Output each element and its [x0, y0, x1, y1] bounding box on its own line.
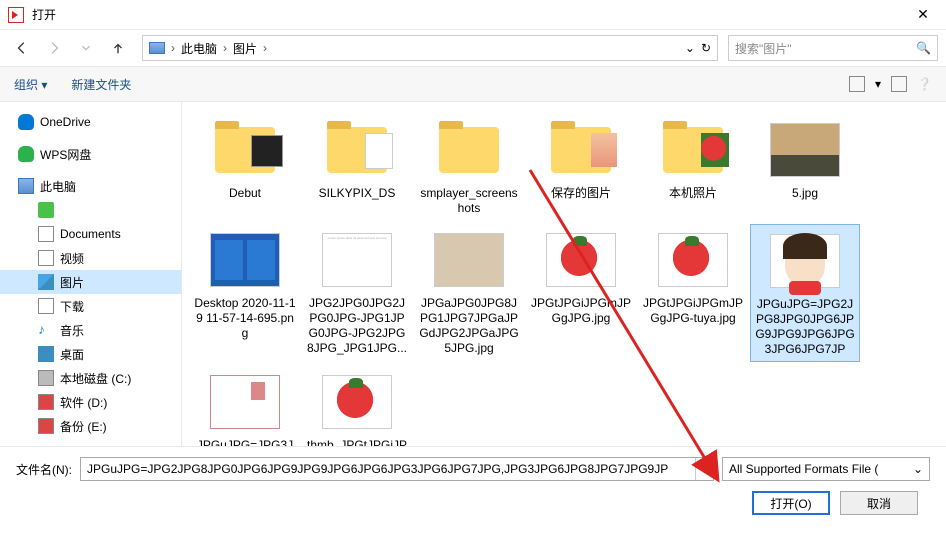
file-label: JPGtJPGiJPGmJPGgJPG.jpg [530, 296, 632, 326]
open-button[interactable]: 打开(O) [752, 491, 830, 515]
file-item[interactable]: JPGaJPG0JPG8JPG1JPG7JPGaJPGdJPG2JPGaJPG5… [414, 224, 524, 362]
file-label: JPG2JPG0JPG2JPG0JPG-JPG1JPG0JPG-JPG2JPG8… [306, 296, 408, 356]
cloud-icon [18, 114, 34, 130]
sidebar-pictures[interactable]: 图片 [0, 270, 181, 294]
titlebar: 打开 ✕ [0, 0, 946, 30]
video-icon [38, 250, 54, 266]
sidebar-disk-e[interactable]: 备份 (E:) [0, 414, 181, 438]
organize-button[interactable]: 组织 ▾ [14, 76, 47, 93]
search-placeholder: 搜索"图片" [735, 40, 916, 57]
main-area: OneDrive WPS网盘 此电脑 Documents 视频 图片 下载 ♪音… [0, 102, 946, 446]
sidebar-music[interactable]: ♪音乐 [0, 318, 181, 342]
file-label: 5.jpg [792, 186, 818, 201]
app-icon [8, 7, 24, 23]
forward-button[interactable] [40, 34, 68, 62]
newfolder-button[interactable]: 新建文件夹 [71, 76, 131, 93]
file-label: Debut [229, 186, 261, 201]
disk-icon [38, 394, 54, 410]
search-icon[interactable]: 🔍 [916, 41, 931, 55]
doc-icon [38, 226, 54, 242]
up-button[interactable] [104, 34, 132, 62]
toolbar: 组织 ▾ 新建文件夹 ▾ ❔ [0, 66, 946, 102]
sidebar-thispc-sub[interactable] [0, 198, 181, 222]
file-item[interactable]: JPGuJPG=JPG3JPG8JPG7JPG8JPG7JPG1JPG7JPG6… [190, 366, 300, 446]
file-item[interactable]: JPGtJPGiJPGmJPGgJPG.jpg [526, 224, 636, 362]
green-icon [38, 202, 54, 218]
recent-dropdown[interactable] [72, 34, 100, 62]
sidebar: OneDrive WPS网盘 此电脑 Documents 视频 图片 下载 ♪音… [0, 102, 182, 446]
address-bar[interactable]: › 此电脑 › 图片 › ⌄ ↻ [142, 35, 718, 61]
disk-icon [38, 370, 54, 386]
sidebar-wps[interactable]: WPS网盘 [0, 142, 181, 166]
filename-label: 文件名(N): [16, 461, 72, 478]
sidebar-videos[interactable]: 视频 [0, 246, 181, 270]
sidebar-documents[interactable]: Documents [0, 222, 181, 246]
filename-field[interactable]: ⌄ [80, 457, 714, 481]
sidebar-downloads[interactable]: 下载 [0, 294, 181, 318]
filter-text: All Supported Formats File ( [729, 462, 913, 476]
file-item[interactable]: JPGtJPGiJPGmJPGgJPG-tuya.jpg [638, 224, 748, 362]
view-options-button[interactable] [849, 76, 865, 92]
close-button[interactable]: ✕ [908, 0, 938, 30]
breadcrumb-sep: › [223, 41, 227, 55]
wps-icon [18, 146, 34, 162]
sidebar-disk-c[interactable]: 本地磁盘 (C:) [0, 366, 181, 390]
file-label: 保存的图片 [551, 186, 611, 201]
thispc-icon [149, 42, 165, 54]
file-item[interactable]: thmb_JPGtJPGiJPGmJPGgJPG.jpg.jpg [302, 366, 412, 446]
disk-icon [38, 418, 54, 434]
search-box[interactable]: 搜索"图片" 🔍 [728, 35, 938, 61]
nav-bar: › 此电脑 › 图片 › ⌄ ↻ 搜索"图片" 🔍 [0, 30, 946, 66]
breadcrumb-sep: › [171, 41, 175, 55]
breadcrumb-current[interactable]: 图片 [233, 40, 257, 57]
filename-dropdown[interactable]: ⌄ [695, 458, 713, 480]
desktop-icon [38, 346, 54, 362]
refresh-icon[interactable]: ↻ [701, 41, 711, 55]
window-title: 打开 [32, 6, 908, 23]
pc-icon [18, 178, 34, 194]
chevron-down-icon: ⌄ [913, 462, 923, 476]
file-item[interactable]: JPGuJPG=JPG2JPG8JPG0JPG6JPG9JPG9JPG6JPG3… [750, 224, 860, 362]
file-label: JPGaJPG0JPG8JPG1JPG7JPGaJPGdJPG2JPGaJPG5… [418, 296, 520, 356]
sidebar-thispc[interactable]: 此电脑 [0, 174, 181, 198]
file-grid: Debut SILKYPIX_DS smplayer_screenshots 保存的图… [182, 102, 946, 446]
sidebar-onedrive[interactable]: OneDrive [0, 110, 181, 134]
file-item[interactable]: 保存的图片 [526, 114, 636, 220]
file-item[interactable]: smplayer_screenshots [414, 114, 524, 220]
music-icon: ♪ [38, 322, 54, 338]
help-icon[interactable]: ❔ [917, 77, 932, 91]
file-label: 本机照片 [669, 186, 717, 201]
file-item[interactable]: 5.jpg [750, 114, 860, 220]
file-item[interactable]: 本机照片 [638, 114, 748, 220]
footer: 文件名(N): ⌄ All Supported Formats File ( ⌄… [0, 446, 946, 529]
filetype-filter[interactable]: All Supported Formats File ( ⌄ [722, 457, 930, 481]
sidebar-desktop[interactable]: 桌面 [0, 342, 181, 366]
breadcrumb-sep: › [263, 41, 267, 55]
file-item[interactable]: Debut [190, 114, 300, 220]
file-label: Desktop 2020-11-19 11-57-14-695.png [194, 296, 296, 341]
addr-dropdown-icon[interactable]: ⌄ [685, 41, 695, 55]
file-label: JPGuJPG=JPG3JPG8JPG7JPG8JPG7JPG1JPG7JPG6… [194, 438, 296, 446]
file-item[interactable]: Lorem ipsum dolor sit amet text text tex… [302, 224, 412, 362]
file-label: thmb_JPGtJPGiJPGmJPGgJPG.jpg.jpg [306, 438, 408, 446]
file-item[interactable]: SILKYPIX_DS [302, 114, 412, 220]
download-icon [38, 298, 54, 314]
file-label: smplayer_screenshots [418, 186, 520, 216]
file-item[interactable]: Desktop 2020-11-19 11-57-14-695.png [190, 224, 300, 362]
back-button[interactable] [8, 34, 36, 62]
preview-pane-button[interactable] [891, 76, 907, 92]
breadcrumb-root[interactable]: 此电脑 [181, 40, 217, 57]
view-dropdown-icon[interactable]: ▾ [875, 77, 881, 91]
cancel-button[interactable]: 取消 [840, 491, 918, 515]
filename-input[interactable] [81, 462, 695, 476]
picture-icon [38, 274, 54, 290]
sidebar-disk-d[interactable]: 软件 (D:) [0, 390, 181, 414]
file-label: SILKYPIX_DS [319, 186, 396, 201]
file-label: JPGtJPGiJPGmJPGgJPG-tuya.jpg [642, 296, 744, 326]
file-label: JPGuJPG=JPG2JPG8JPG0JPG6JPG9JPG9JPG6JPG3… [755, 297, 855, 357]
